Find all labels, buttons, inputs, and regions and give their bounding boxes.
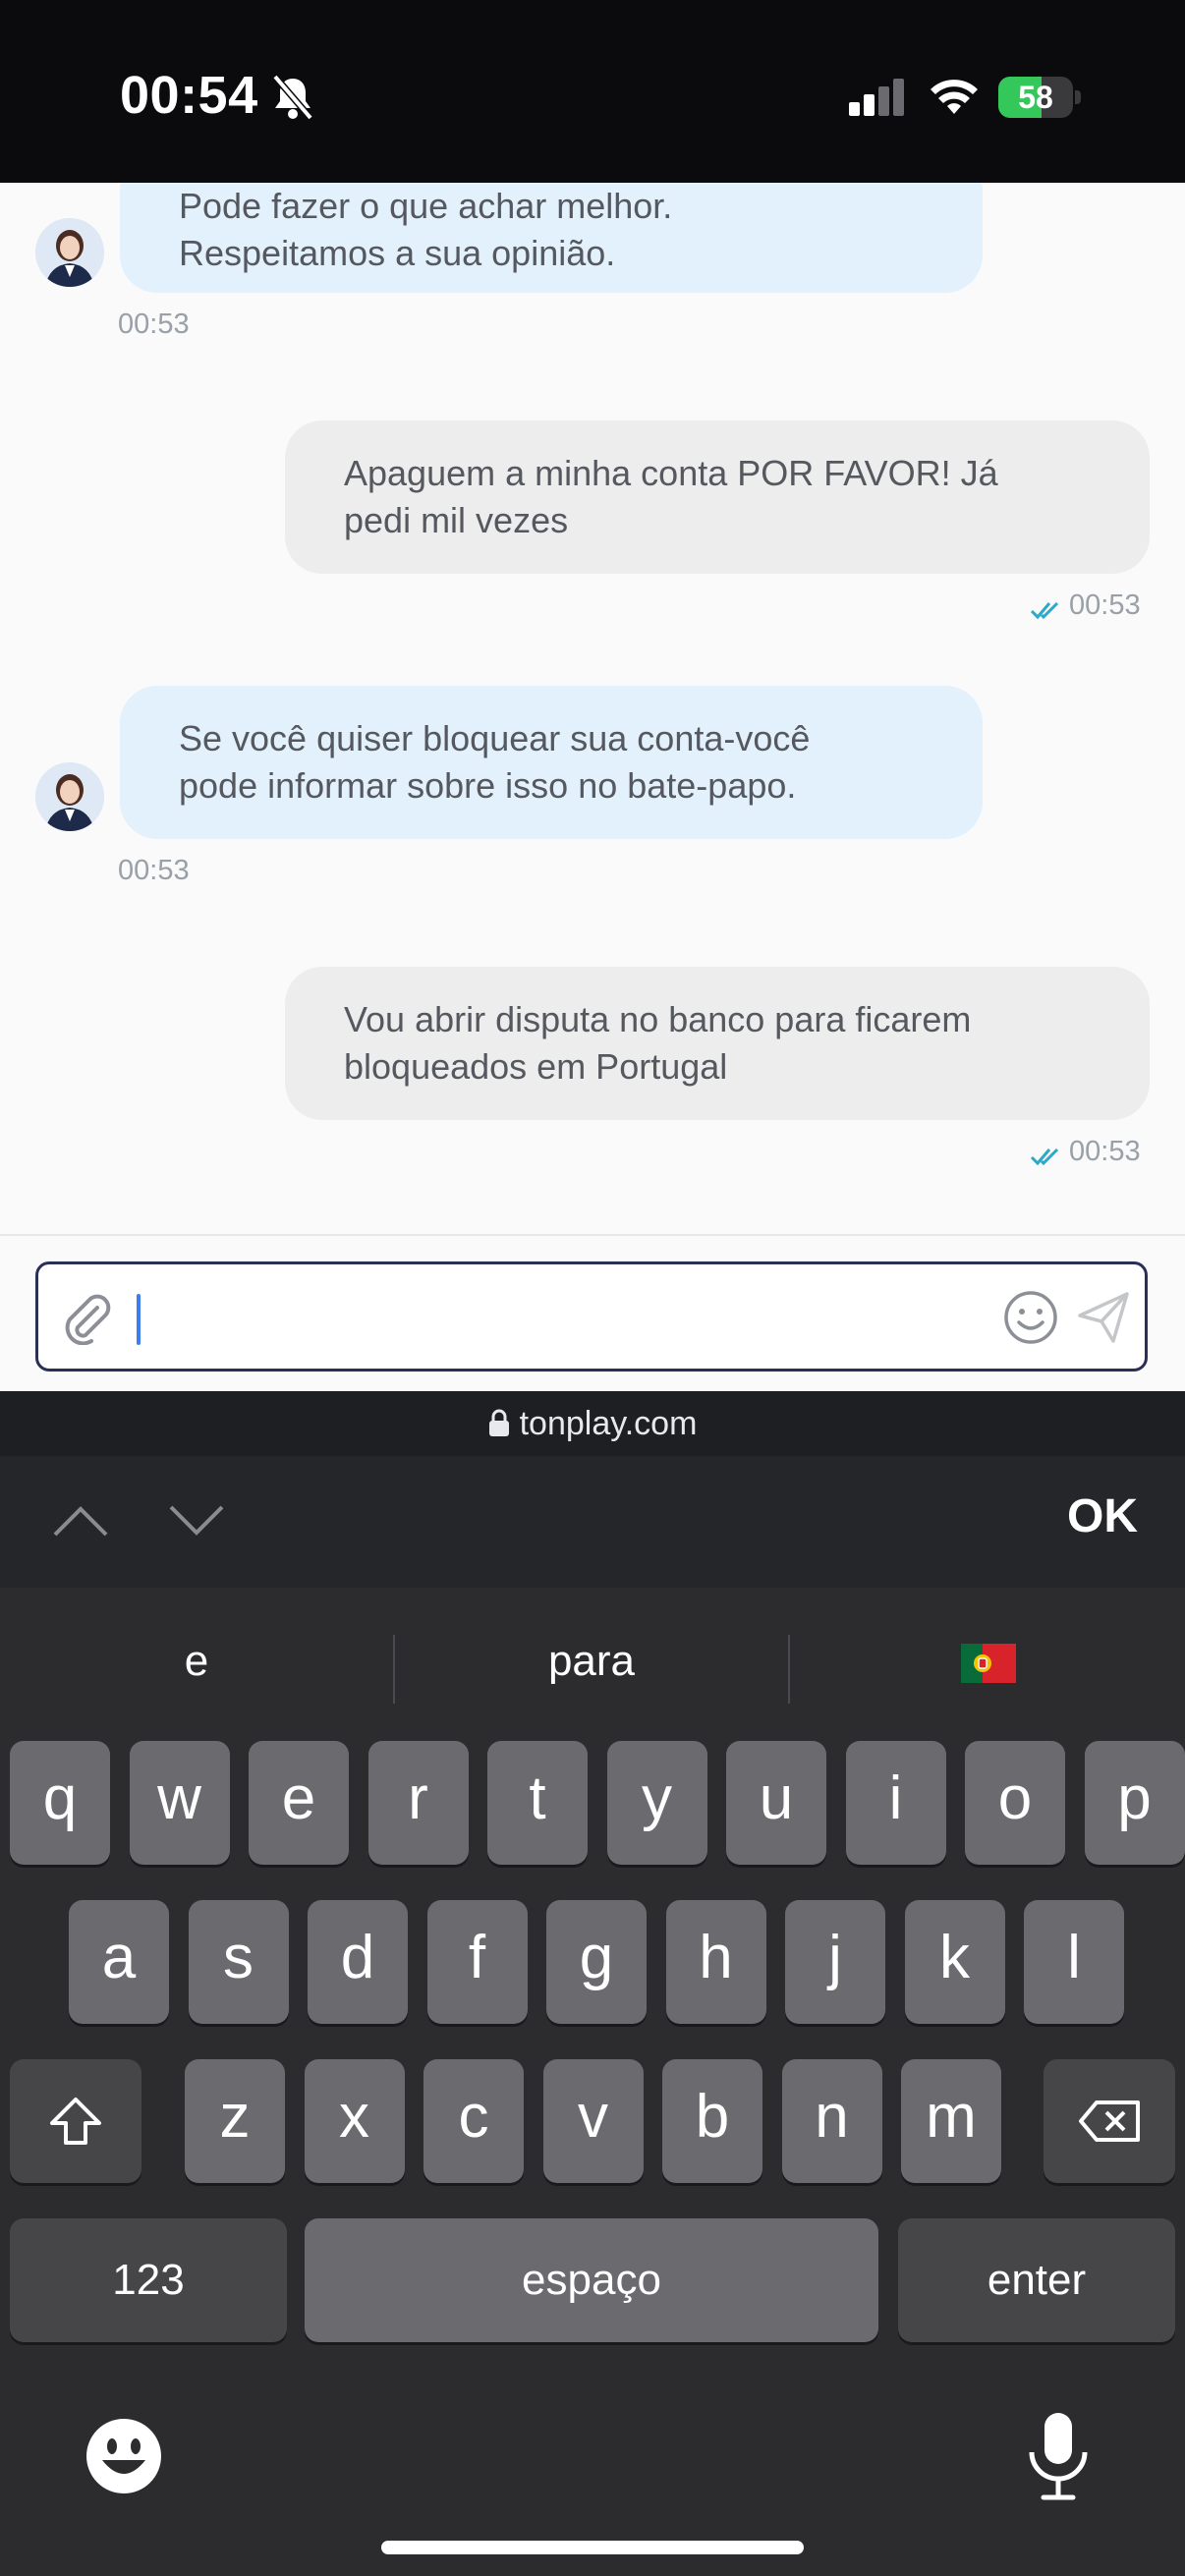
shift-icon (50, 2098, 101, 2145)
microphone-icon[interactable] (1022, 2409, 1095, 2503)
support-avatar (35, 762, 104, 831)
url-domain: tonplay.com (519, 1405, 698, 1442)
message-text: Respeitamos a sua opinião. (179, 233, 616, 273)
key-m[interactable]: m (901, 2059, 1001, 2183)
message-bubble: Se você quiser bloquear sua conta-você p… (120, 686, 983, 839)
url-bar[interactable]: tonplay.com (0, 1391, 1185, 1456)
message-text: pode informar sobre isso no bate-papo. (179, 765, 797, 806)
enter-key[interactable]: enter (898, 2218, 1175, 2342)
message-bubble: Apaguem a minha conta POR FAVOR! Já pedi… (285, 420, 1150, 574)
battery-level: 58 (1018, 80, 1053, 115)
key-o[interactable]: o (965, 1741, 1065, 1865)
read-receipt-icon (1030, 1148, 1059, 1166)
key-d[interactable]: d (308, 1900, 408, 2024)
chevron-down-icon[interactable] (167, 1501, 226, 1540)
key-p[interactable]: p (1084, 1741, 1185, 1865)
lock-icon (488, 1409, 509, 1436)
suggestion-bar: e para (0, 1588, 1185, 1735)
message-text: Vou abrir disputa no banco para ficarem (344, 999, 972, 1039)
message-composer[interactable] (35, 1261, 1148, 1372)
key-s[interactable]: s (188, 1900, 289, 2024)
read-receipt-icon (1030, 601, 1059, 620)
emoji-icon[interactable] (1001, 1288, 1060, 1347)
message-text: pedi mil vezes (344, 500, 569, 540)
key-q[interactable]: q (10, 1741, 110, 1865)
key-i[interactable]: i (845, 1741, 946, 1865)
key-g[interactable]: g (546, 1900, 647, 2024)
cellular-signal-icon (849, 79, 904, 116)
home-indicator (381, 2541, 804, 2554)
key-w[interactable]: w (129, 1741, 230, 1865)
message-time: 00:53 (118, 855, 190, 886)
key-y[interactable]: y (606, 1741, 707, 1865)
suggestion-item[interactable]: para (395, 1588, 788, 1735)
paperclip-icon[interactable] (60, 1292, 113, 1345)
key-a[interactable]: a (69, 1900, 169, 2024)
backspace-key[interactable] (1044, 2059, 1175, 2183)
keyboard-toolbar: OK (0, 1456, 1185, 1588)
status-bar: 00:54 58 (0, 0, 1185, 183)
message-text: Pode fazer o que achar melhor. (179, 186, 673, 226)
bell-muted-icon (272, 74, 313, 121)
message-input[interactable] (129, 1282, 993, 1353)
message-time: 00:53 (118, 308, 190, 340)
message-bubble: Vou abrir disputa no banco para ficarem … (285, 967, 1150, 1120)
portugal-flag-icon[interactable] (961, 1644, 1016, 1683)
send-icon[interactable] (1074, 1288, 1133, 1347)
key-c[interactable]: c (423, 2059, 524, 2183)
key-v[interactable]: v (542, 2059, 644, 2183)
wifi-icon (931, 80, 978, 114)
message-text: Se você quiser bloquear sua conta-você (179, 718, 811, 758)
message-bubble: Pode fazer o que achar melhor. Respeitam… (120, 183, 983, 293)
text-caret (137, 1294, 141, 1345)
key-u[interactable]: u (726, 1741, 826, 1865)
status-time: 00:54 (120, 66, 258, 125)
key-l[interactable]: l (1024, 1900, 1124, 2024)
chevron-up-icon[interactable] (51, 1501, 110, 1540)
composer-area (0, 1236, 1185, 1391)
key-z[interactable]: z (185, 2059, 285, 2183)
message-text: bloqueados em Portugal (344, 1046, 728, 1087)
message-time: 00:53 (1069, 1136, 1141, 1167)
key-n[interactable]: n (781, 2059, 882, 2183)
key-x[interactable]: x (304, 2059, 405, 2183)
key-j[interactable]: j (785, 1900, 885, 2024)
backspace-icon (1079, 2100, 1140, 2142)
key-h[interactable]: h (665, 1900, 766, 2024)
key-b[interactable]: b (662, 2059, 762, 2183)
key-k[interactable]: k (904, 1900, 1005, 2024)
numbers-key[interactable]: 123 (10, 2218, 287, 2342)
key-e[interactable]: e (249, 1741, 349, 1865)
battery-indicator: 58 (998, 77, 1081, 118)
shift-key[interactable] (10, 2059, 141, 2183)
chat-messages[interactable]: Pode fazer o que achar melhor. Respeitam… (0, 183, 1185, 1234)
key-f[interactable]: f (426, 1900, 528, 2024)
ok-button[interactable]: OK (1067, 1489, 1138, 1543)
message-text: Apaguem a minha conta POR FAVOR! Já (344, 453, 998, 493)
key-r[interactable]: r (367, 1741, 469, 1865)
suggestion-item[interactable]: e (0, 1588, 393, 1735)
emoji-keyboard-icon[interactable] (85, 2417, 163, 2495)
support-avatar (35, 218, 104, 287)
key-t[interactable]: t (487, 1741, 588, 1865)
space-key[interactable]: espaço (305, 2218, 878, 2342)
message-time: 00:53 (1069, 589, 1141, 621)
